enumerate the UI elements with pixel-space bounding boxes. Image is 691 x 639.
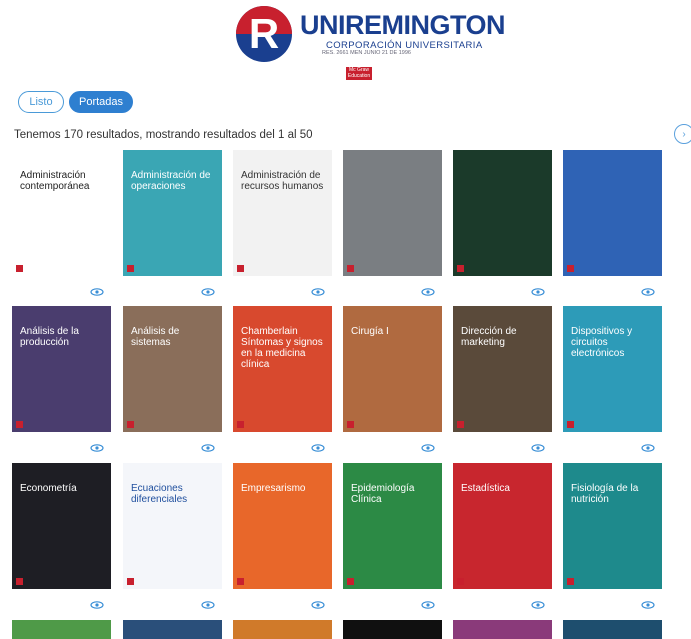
book-title: Empresarismo <box>241 483 306 494</box>
book-title: Análisis de la producción <box>20 326 79 348</box>
book-cover[interactable]: Fisiología de la nutrición <box>563 463 662 589</box>
book-cover[interactable] <box>12 620 111 639</box>
publisher-mark-icon <box>347 421 354 428</box>
view-eye-icon[interactable] <box>90 444 104 452</box>
book-title: Estadística <box>461 483 510 494</box>
list-view-button[interactable]: Listo <box>18 91 64 113</box>
view-eye-icon[interactable] <box>311 288 325 296</box>
book-title: Administración contemporánea <box>20 170 90 192</box>
publisher-mark-icon <box>457 265 464 272</box>
view-eye-icon[interactable] <box>90 288 104 296</box>
book-title: Chamberlain Síntomas y signos en la medi… <box>241 326 323 370</box>
publisher-mark-icon <box>16 265 23 272</box>
publisher-mark-icon <box>237 265 244 272</box>
header: R UNIREMINGTON CORPORACIÓN UNIVERSITARIA… <box>0 0 691 92</box>
covers-view-button[interactable]: Portadas <box>69 91 133 113</box>
view-eye-icon[interactable] <box>641 444 655 452</box>
book-title: Ecuaciones diferenciales <box>131 483 188 505</box>
book-cover[interactable] <box>123 620 222 639</box>
book-cover[interactable]: Dirección de marketing <box>453 306 552 432</box>
brand-name: UNIREMINGTON <box>300 10 506 40</box>
book-cover[interactable] <box>453 150 552 276</box>
publisher-badge: Mc Graw Education <box>346 67 372 80</box>
book-cover[interactable]: Chamberlain Síntomas y signos en la medi… <box>233 306 332 432</box>
publisher-mark-icon <box>567 578 574 585</box>
book-title: Cirugía I <box>351 326 389 337</box>
publisher-mark-icon <box>347 578 354 585</box>
view-eye-icon[interactable] <box>311 601 325 609</box>
book-cover[interactable]: Econometría <box>12 463 111 589</box>
brand-tagline: RES. 2661 MEN JUNIO 21 DE 1996 <box>322 50 411 56</box>
view-eye-icon[interactable] <box>421 444 435 452</box>
view-eye-icon[interactable] <box>641 601 655 609</box>
publisher-mark-icon <box>457 578 464 585</box>
view-eye-icon[interactable] <box>90 601 104 609</box>
publisher-mark-icon <box>16 578 23 585</box>
publisher-mark-icon <box>16 421 23 428</box>
publisher-mark-icon <box>567 421 574 428</box>
book-title: Econometría <box>20 483 77 494</box>
book-cover[interactable]: Empresarismo <box>233 463 332 589</box>
book-title: Fisiología de la nutrición <box>571 483 639 505</box>
book-cover[interactable]: Análisis de la producción <box>12 306 111 432</box>
logo-letter: R <box>248 10 280 57</box>
publisher-mark-icon <box>347 265 354 272</box>
view-eye-icon[interactable] <box>531 444 545 452</box>
book-title: Administración de recursos humanos <box>241 170 324 192</box>
view-eye-icon[interactable] <box>531 288 545 296</box>
book-cover[interactable] <box>343 150 442 276</box>
book-cover[interactable] <box>563 150 662 276</box>
publisher-mark-icon <box>237 421 244 428</box>
publisher-mark-icon <box>457 421 464 428</box>
book-title: Dirección de marketing <box>461 326 517 348</box>
publisher-mark-icon <box>127 265 134 272</box>
view-eye-icon[interactable] <box>201 444 215 452</box>
publisher-mark-icon <box>127 578 134 585</box>
view-eye-icon[interactable] <box>201 288 215 296</box>
publisher-mark-icon <box>127 421 134 428</box>
book-cover[interactable]: Epidemiología Clínica <box>343 463 442 589</box>
view-eye-icon[interactable] <box>201 601 215 609</box>
view-eye-icon[interactable] <box>421 601 435 609</box>
book-cover[interactable]: Estadística <box>453 463 552 589</box>
view-eye-icon[interactable] <box>421 288 435 296</box>
book-cover[interactable]: Ingeniería <box>563 620 662 639</box>
next-page-button[interactable]: › <box>674 124 691 144</box>
book-cover[interactable]: Administración contemporánea <box>12 150 111 276</box>
university-logo[interactable]: R <box>236 6 292 62</box>
book-title: Dispositivos y circuitos electrónicos <box>571 326 633 359</box>
book-cover[interactable]: Administración de recursos humanos <box>233 150 332 276</box>
book-cover[interactable]: Cirugía I <box>343 306 442 432</box>
view-eye-icon[interactable] <box>641 288 655 296</box>
results-count: Tenemos 170 resultados, mostrando result… <box>14 129 313 141</box>
book-cover[interactable]: Análisis de sistemas <box>123 306 222 432</box>
view-eye-icon[interactable] <box>531 601 545 609</box>
book-title: Epidemiología Clínica <box>351 483 415 505</box>
view-eye-icon[interactable] <box>311 444 325 452</box>
book-cover[interactable]: Administración de operaciones <box>123 150 222 276</box>
book-title: Análisis de sistemas <box>131 326 180 348</box>
book-cover[interactable] <box>343 620 442 639</box>
publisher-mark-icon <box>237 578 244 585</box>
book-cover[interactable] <box>233 620 332 639</box>
book-cover[interactable]: Dispositivos y circuitos electrónicos <box>563 306 662 432</box>
book-title: Administración de operaciones <box>131 170 211 192</box>
book-cover[interactable]: Ecuaciones diferenciales <box>123 463 222 589</box>
book-cover[interactable] <box>453 620 552 639</box>
publisher-mark-icon <box>567 265 574 272</box>
